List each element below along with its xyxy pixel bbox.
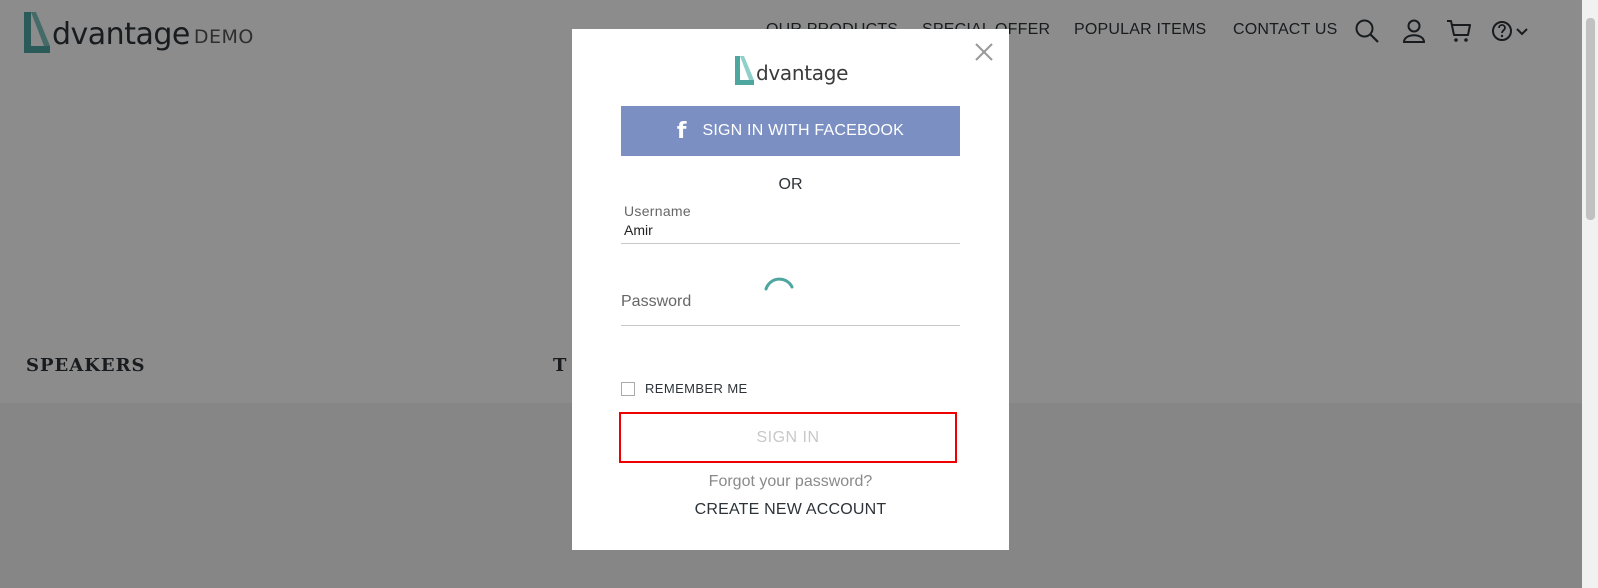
- remember-me-option[interactable]: REMEMBER ME: [621, 381, 748, 396]
- facebook-signin-button[interactable]: f SIGN IN WITH FACEBOOK: [621, 106, 960, 156]
- modal-logo: dvantage: [734, 55, 848, 86]
- close-icon[interactable]: [973, 41, 995, 63]
- remember-me-label: REMEMBER ME: [645, 381, 748, 396]
- sign-in-label: SIGN IN: [756, 428, 820, 446]
- create-account-link[interactable]: CREATE NEW ACCOUNT: [572, 501, 1009, 519]
- login-modal: dvantage f SIGN IN WITH FACEBOOK OR User…: [572, 29, 1009, 550]
- logo-a-icon: [735, 56, 754, 85]
- or-divider: OR: [778, 176, 803, 193]
- username-label: Username: [624, 203, 691, 219]
- forgot-password-link[interactable]: Forgot your password?: [572, 473, 1009, 491]
- page-scrollbar[interactable]: [1582, 0, 1598, 588]
- scrollbar-thumb[interactable]: [1586, 18, 1595, 220]
- username-input[interactable]: [624, 222, 954, 238]
- sign-in-button[interactable]: SIGN IN: [619, 412, 957, 463]
- modal-logo-text: dvantage: [756, 61, 849, 85]
- facebook-signin-label: SIGN IN WITH FACEBOOK: [702, 122, 905, 139]
- password-label: Password: [621, 293, 692, 310]
- remember-me-checkbox[interactable]: [621, 381, 635, 396]
- password-field[interactable]: Password: [621, 291, 960, 326]
- username-field[interactable]: Username: [621, 200, 960, 244]
- facebook-icon: f: [676, 118, 687, 144]
